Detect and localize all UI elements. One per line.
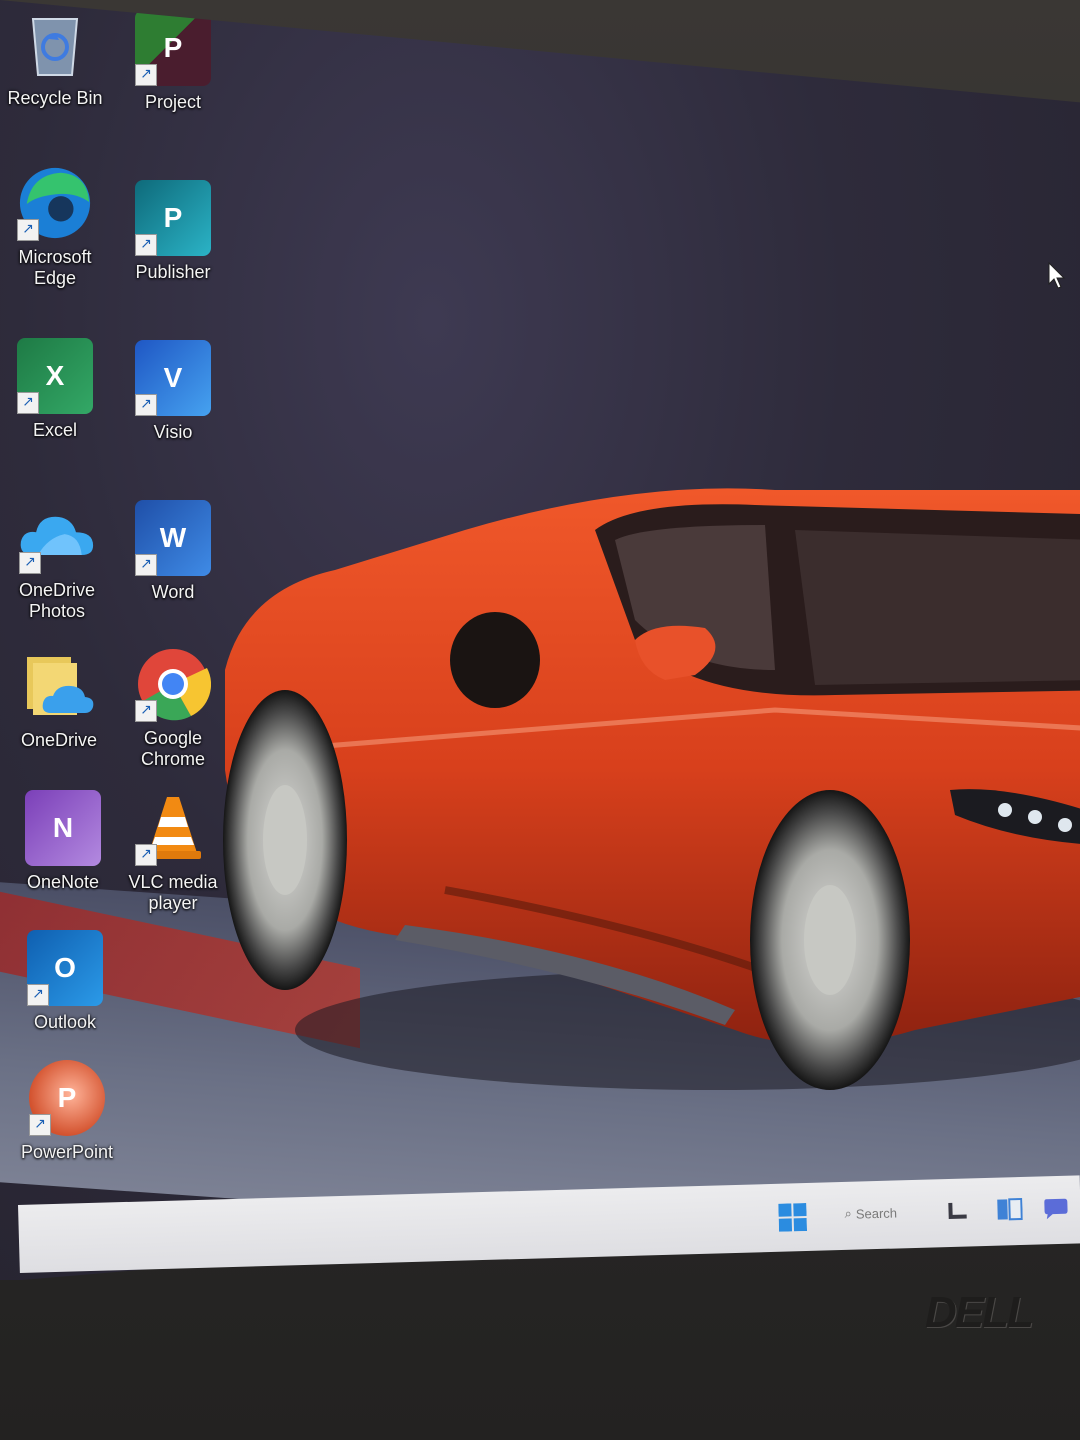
icon-label: PowerPoint <box>20 1142 114 1162</box>
icon-letter: X <box>45 360 65 391</box>
widgets-icon[interactable] <box>946 1200 969 1225</box>
search-box[interactable]: ⌕ Search <box>844 1197 935 1228</box>
icon-label: Google Chrome <box>140 728 206 769</box>
desktop-icon-onenote[interactable]: N OneNote <box>8 790 118 893</box>
desktop-icon-excel[interactable]: X ↗ Excel <box>0 338 110 441</box>
windows-logo-icon <box>778 1202 808 1232</box>
icon-letter: P <box>163 32 183 63</box>
shortcut-arrow-icon: ↗ <box>135 234 157 256</box>
onedrive-photos-icon: ↗ <box>19 498 95 574</box>
icon-label: OneDrive Photos <box>18 580 96 621</box>
icon-label: Microsoft Edge <box>18 247 92 288</box>
icon-label: Visio <box>153 422 193 442</box>
icon-label: Recycle Bin <box>7 88 103 108</box>
shortcut-arrow-icon: ↗ <box>17 219 39 241</box>
task-view-icon[interactable] <box>996 1197 1023 1226</box>
chrome-icon: ↗ <box>135 646 211 722</box>
vlc-icon: ↗ <box>135 790 211 866</box>
shortcut-arrow-icon: ↗ <box>19 552 41 574</box>
visio-icon: V ↗ <box>135 340 211 416</box>
desktop-icon-onedrive-photos[interactable]: ↗ OneDrive Photos <box>2 498 112 622</box>
onenote-icon: N <box>25 790 101 866</box>
icon-label: OneDrive <box>20 730 98 750</box>
desktop-icon-publisher[interactable]: P ↗ Publisher <box>118 180 228 283</box>
icon-letter: N <box>52 812 74 843</box>
publisher-icon: P ↗ <box>135 180 211 256</box>
shortcut-arrow-icon: ↗ <box>29 1114 51 1136</box>
chat-icon[interactable] <box>1042 1196 1069 1225</box>
project-icon: P ↗ <box>135 10 211 86</box>
wallpaper-car-image <box>223 488 1080 1090</box>
dell-logo: DELL <box>925 1288 1034 1337</box>
icon-label: Excel <box>32 420 77 440</box>
icon-label: VLC media player <box>128 872 218 913</box>
desktop-icon-project[interactable]: P ↗ Project <box>118 10 228 113</box>
shortcut-arrow-icon: ↗ <box>135 844 157 866</box>
icon-label: Project <box>144 92 202 112</box>
start-button[interactable] <box>778 1202 808 1236</box>
icon-letter: O <box>54 952 76 983</box>
edge-icon: ↗ <box>17 165 93 241</box>
desktop-icon-google-chrome[interactable]: ↗ Google Chrome <box>118 646 228 770</box>
icon-letter: V <box>163 362 183 393</box>
search-placeholder: Search <box>855 1204 898 1222</box>
search-icon: ⌕ <box>844 1205 853 1221</box>
shortcut-arrow-icon: ↗ <box>17 392 39 414</box>
shortcut-arrow-icon: ↗ <box>135 394 157 416</box>
desktop-icon-visio[interactable]: V ↗ Visio <box>118 340 228 443</box>
powerpoint-icon: P ↗ <box>29 1060 105 1136</box>
icon-label: OneNote <box>26 872 100 892</box>
desktop-icon-onedrive[interactable]: OneDrive <box>4 648 114 751</box>
desktop-icon-outlook[interactable]: O ↗ Outlook <box>10 930 120 1033</box>
shortcut-arrow-icon: ↗ <box>135 64 157 86</box>
excel-icon: X ↗ <box>17 338 93 414</box>
icon-label: Outlook <box>33 1012 97 1032</box>
monitor-bezel: Recycle Bin P ↗ Project ↗ Microsoft Edge <box>0 0 1080 1440</box>
recycle-bin-icon <box>17 6 93 82</box>
shortcut-arrow-icon: ↗ <box>135 700 157 722</box>
icon-label: Word <box>151 582 195 602</box>
desktop-icon-word[interactable]: W ↗ Word <box>118 500 228 603</box>
icon-letter: P <box>163 202 183 233</box>
mouse-cursor-icon <box>1048 262 1066 289</box>
desktop-icon-powerpoint[interactable]: P ↗ PowerPoint <box>12 1060 122 1163</box>
desktop-icon-microsoft-edge[interactable]: ↗ Microsoft Edge <box>0 165 110 289</box>
desktop-screen: Recycle Bin P ↗ Project ↗ Microsoft Edge <box>0 0 1080 1280</box>
desktop-icon-recycle-bin[interactable]: Recycle Bin <box>0 6 110 109</box>
onedrive-folder-icon <box>21 648 97 724</box>
desktop-icon-vlc-media-player[interactable]: ↗ VLC media player <box>118 790 228 914</box>
shortcut-arrow-icon: ↗ <box>135 554 157 576</box>
icon-letter: P <box>57 1082 77 1113</box>
icon-label: Publisher <box>135 262 211 282</box>
icon-letter: W <box>159 522 187 553</box>
outlook-icon: O ↗ <box>27 930 103 1006</box>
shortcut-arrow-icon: ↗ <box>27 984 49 1006</box>
word-icon: W ↗ <box>135 500 211 576</box>
